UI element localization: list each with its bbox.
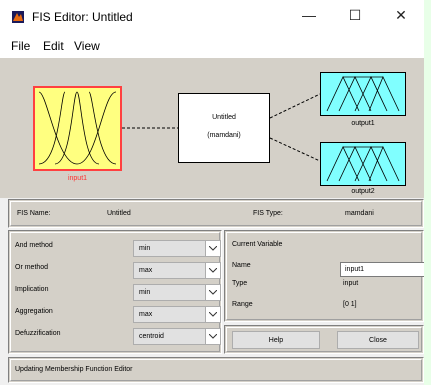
aggregation-select[interactable]: max [133,306,221,323]
menu-view[interactable]: View [74,39,100,53]
output1-label: output1 [351,120,375,127]
help-button[interactable]: Help [232,331,320,349]
matlab-icon [12,11,24,23]
fis-editor-window: FIS Editor: Untitled — ☐ ✕ File Edit Vie… [0,0,424,385]
variable-range-label: Range [232,301,253,308]
buttons-panel: Help Close [224,325,424,354]
maximize-button[interactable]: ☐ [332,0,378,30]
and-method-value: min [139,245,151,252]
input-variable-label: input1 [67,175,88,182]
variable-name-value: input1 [345,266,365,273]
implication-select[interactable]: min [133,284,221,301]
implication-value: min [139,289,151,296]
or-method-value: max [139,267,153,274]
variable-range-value: [0 1] [343,301,357,308]
menu-file[interactable]: File [11,39,30,53]
input-mf-curves [38,91,117,165]
chevron-down-icon [205,241,220,256]
variable-name-label: Name [232,262,251,269]
current-variable-heading: Current Variable [232,241,283,248]
system-name: Untitled [212,114,236,121]
system-type: (mamdani) [207,132,241,139]
or-method-select[interactable]: max [133,262,221,279]
minimize-button[interactable]: — [286,0,332,30]
output1-mf-triangles [326,76,400,112]
methods-panel: And method min Or method max Implication… [8,230,222,354]
chevron-down-icon [205,329,220,344]
input-variable-block[interactable] [33,86,122,171]
fis-type-label: FIS Type: [253,210,283,217]
window-title: FIS Editor: Untitled [32,10,133,24]
or-method-label: Or method [15,264,49,271]
implication-label: Implication [15,286,49,293]
output2-label: output2 [351,188,375,195]
system-block[interactable]: Untitled (mamdani) [178,93,270,163]
defuzzification-value: centroid [139,333,164,340]
status-bar: Updating Membership Function Editor [8,357,424,383]
fis-name-value: Untitled [107,210,131,217]
variable-type-value: input [343,280,359,287]
aggregation-value: max [139,311,153,318]
and-method-select[interactable]: min [133,240,221,257]
fis-type-value: mamdani [345,210,374,217]
and-method-label: And method [15,242,53,249]
close-window-button[interactable]: ✕ [378,0,424,30]
fis-name-label: FIS Name: [17,210,51,217]
variable-type-label: Type [232,280,248,287]
close-button[interactable]: Close [337,331,419,349]
menu-edit[interactable]: Edit [43,39,64,53]
title-bar: FIS Editor: Untitled — ☐ ✕ [0,0,424,30]
chevron-down-icon [205,285,220,300]
chevron-down-icon [205,263,220,278]
fis-info-panel: FIS Name: Untitled FIS Type: mamdani [8,199,424,228]
output2-mf-triangles [326,146,400,182]
variable-name-input[interactable]: input1 [340,262,424,277]
aggregation-label: Aggregation [15,308,53,315]
defuzzification-label: Defuzzification [15,330,61,337]
defuzzification-select[interactable]: centroid [133,328,221,345]
status-text: Updating Membership Function Editor [15,366,133,373]
output1-variable-block[interactable] [320,72,406,116]
chevron-down-icon [205,307,220,322]
output2-variable-block[interactable] [320,142,406,186]
fis-diagram: input1 Untitled (mamdani) output1 output… [0,58,424,198]
menu-bar: File Edit View [0,30,424,58]
